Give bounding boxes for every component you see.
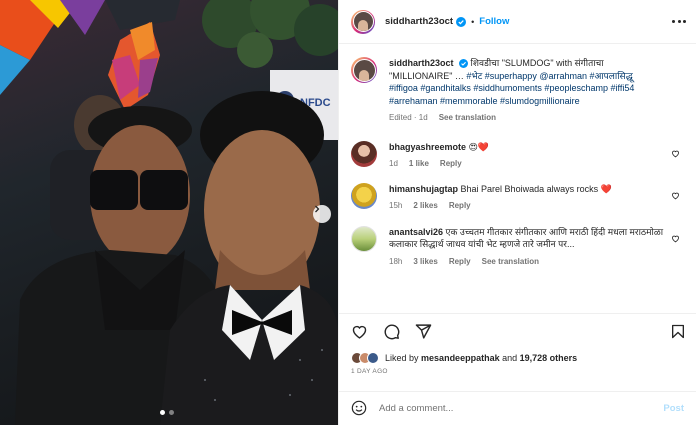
more-options-icon[interactable] bbox=[672, 20, 686, 23]
post-details-panel: siddharth23oct • Follow siddharth23oct श… bbox=[338, 0, 696, 425]
comments-list[interactable]: siddharth23oct शिवडीचा "SLUMDOG" with सं… bbox=[339, 45, 696, 313]
comment-reply-button[interactable]: Reply bbox=[449, 256, 471, 269]
post-caption: siddharth23oct शिवडीचा "SLUMDOG" with सं… bbox=[351, 57, 684, 125]
comment-likes[interactable]: 2 likes bbox=[413, 200, 437, 213]
comment-time[interactable]: 18h bbox=[389, 256, 402, 269]
caption-edited: Edited bbox=[389, 113, 412, 122]
comment-username[interactable]: bhagyashreemote bbox=[389, 142, 466, 152]
verified-badge-icon bbox=[456, 16, 467, 27]
comment-item: bhagyashreemote 😍❤️ 1d 1 like Reply bbox=[351, 140, 684, 171]
comment-like-heart-icon[interactable] bbox=[671, 149, 680, 160]
liked-by-count[interactable]: 19,728 others bbox=[520, 353, 578, 363]
carousel-next-button[interactable] bbox=[313, 205, 331, 223]
author-avatar[interactable] bbox=[351, 9, 375, 34]
likes-summary: Liked by mesandeeppathak and 19,728 othe… bbox=[339, 342, 696, 364]
caption-username[interactable]: siddharth23oct bbox=[389, 58, 454, 68]
commenter-avatar[interactable] bbox=[351, 140, 377, 167]
comment-time[interactable]: 1d bbox=[389, 158, 398, 171]
heart-icon[interactable] bbox=[351, 323, 368, 342]
caption-avatar[interactable] bbox=[351, 57, 377, 83]
comment-text: 😍❤️ bbox=[468, 141, 490, 152]
carousel-dot bbox=[169, 410, 174, 415]
comment-icon[interactable] bbox=[383, 323, 400, 342]
author-username[interactable]: siddharth23oct bbox=[385, 16, 453, 27]
add-comment-input[interactable] bbox=[379, 403, 664, 414]
comment-username[interactable]: himanshujagtap bbox=[389, 184, 458, 194]
share-icon[interactable] bbox=[415, 323, 432, 342]
add-comment-bar: Post bbox=[339, 391, 696, 425]
liker-avatars bbox=[351, 352, 379, 364]
comment-reply-button[interactable]: Reply bbox=[440, 158, 462, 171]
comment-item: anantsalvi26 एक उच्चतम गीतकार संगीतकार आ… bbox=[351, 225, 684, 269]
comment-likes[interactable]: 3 likes bbox=[413, 256, 437, 269]
comment-time[interactable]: 15h bbox=[389, 200, 402, 213]
commenter-avatar[interactable] bbox=[351, 225, 377, 252]
comment-like-heart-icon[interactable] bbox=[671, 234, 680, 245]
caption-see-translation[interactable]: See translation bbox=[439, 112, 496, 125]
liked-by-prefix: Liked by bbox=[385, 353, 419, 363]
comment-username[interactable]: anantsalvi26 bbox=[389, 227, 443, 237]
follow-button[interactable]: Follow bbox=[479, 16, 509, 27]
liked-by-joiner: and bbox=[502, 353, 518, 363]
commenter-avatar[interactable] bbox=[351, 182, 377, 209]
post-photo[interactable]: NFDC bbox=[0, 0, 338, 425]
smiley-icon[interactable] bbox=[351, 400, 367, 418]
carousel-dot-active bbox=[160, 410, 165, 415]
comment-see-translation[interactable]: See translation bbox=[482, 256, 539, 269]
selfie-photo-illustration: NFDC bbox=[0, 0, 338, 425]
comment-reply-button[interactable]: Reply bbox=[449, 200, 471, 213]
post-header: siddharth23oct • Follow bbox=[339, 0, 696, 44]
comment-item: himanshujagtap Bhai Parel Bhoiwada alway… bbox=[351, 182, 684, 213]
caption-time[interactable]: 1d bbox=[419, 113, 428, 122]
action-bar bbox=[339, 314, 696, 342]
post-comment-button[interactable]: Post bbox=[663, 403, 684, 414]
chevron-right-icon bbox=[315, 205, 320, 213]
carousel-dots bbox=[160, 410, 174, 415]
comment-likes[interactable]: 1 like bbox=[409, 158, 429, 171]
liked-by-user[interactable]: mesandeeppathak bbox=[421, 353, 500, 363]
comment-text: Bhai Parel Bhoiwada always rocks ❤️ bbox=[460, 183, 612, 194]
separator-dot: • bbox=[471, 16, 475, 27]
verified-badge-icon bbox=[459, 59, 469, 68]
bookmark-icon[interactable] bbox=[670, 323, 686, 342]
post-actions: Liked by mesandeeppathak and 19,728 othe… bbox=[339, 313, 696, 425]
post-timestamp[interactable]: 1 DAY AGO bbox=[339, 364, 696, 375]
comment-like-heart-icon[interactable] bbox=[671, 191, 680, 202]
